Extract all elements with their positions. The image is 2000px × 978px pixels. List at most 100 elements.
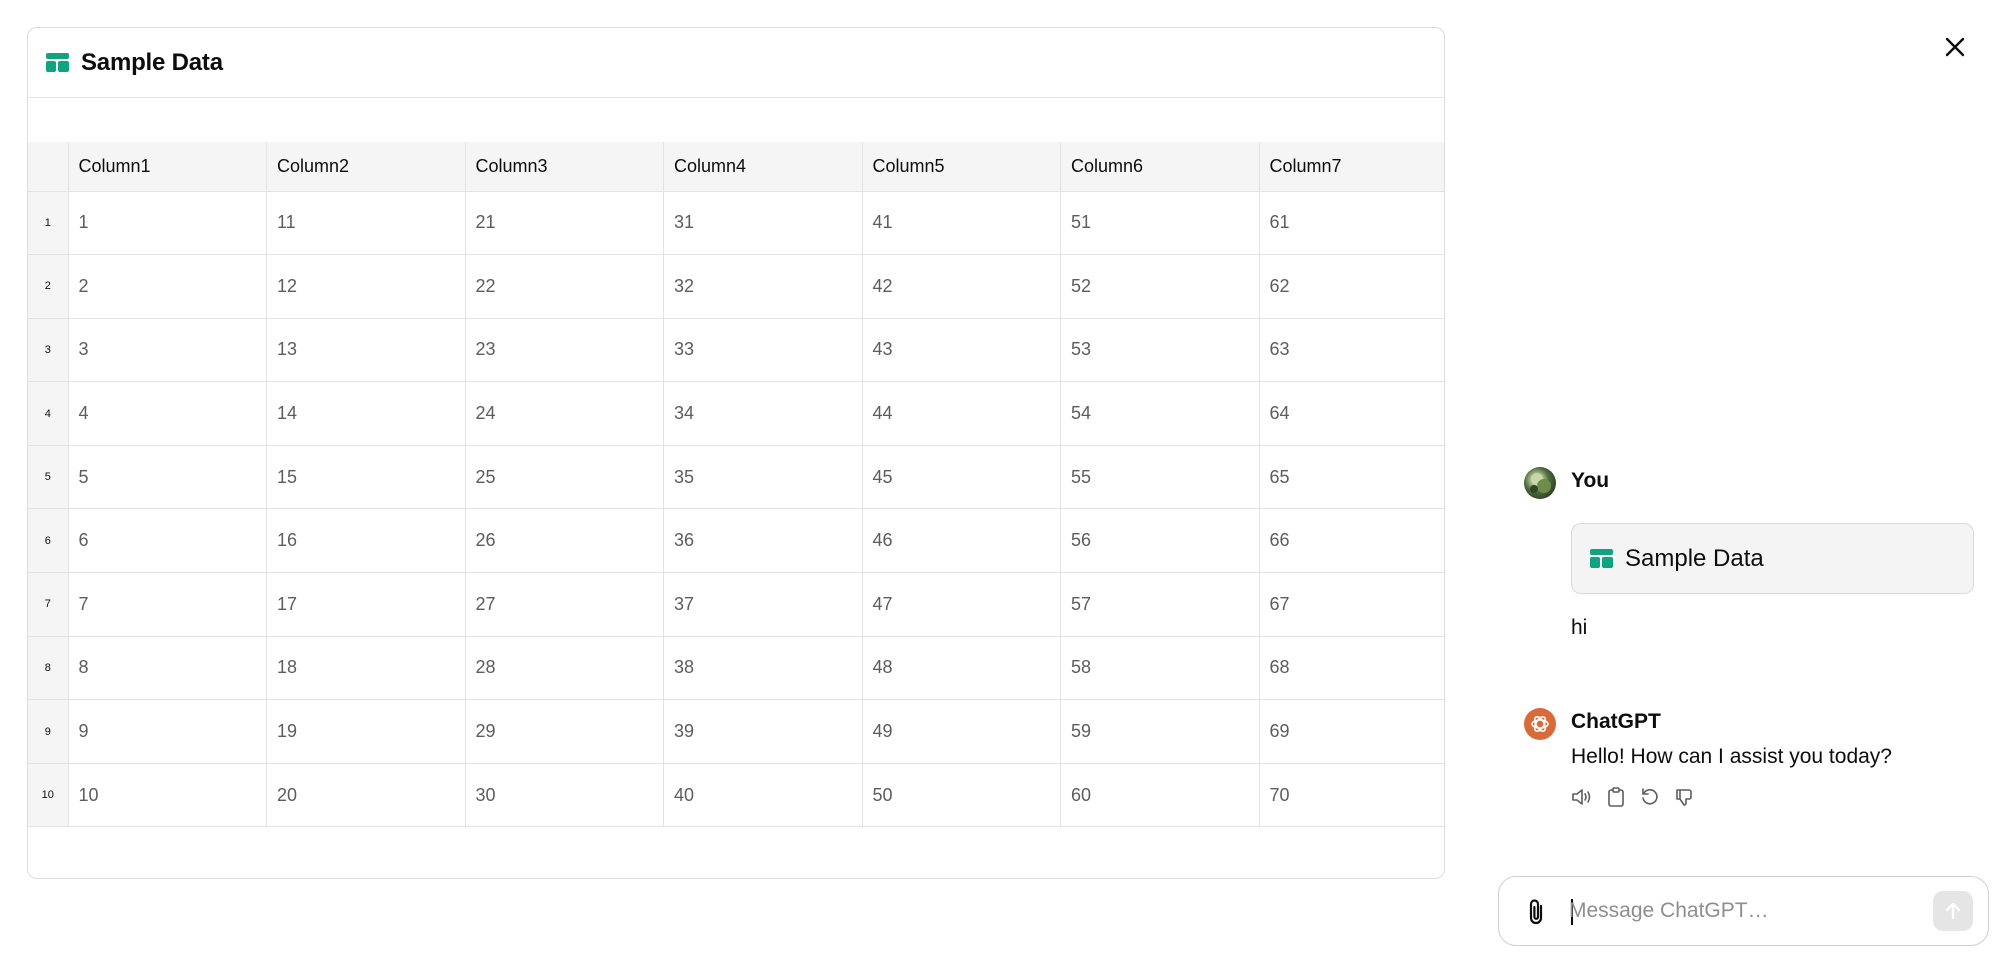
table-row: 7 7 17 27 37 47 57 67 — [28, 572, 1444, 637]
table-cell[interactable]: 48 — [862, 636, 1061, 701]
table-cell[interactable]: 28 — [465, 636, 664, 701]
attach-file-button[interactable] — [1523, 897, 1551, 927]
table-cell[interactable]: 20 — [266, 763, 466, 828]
table-cell[interactable]: 51 — [1060, 191, 1260, 256]
copy-button[interactable] — [1605, 786, 1627, 808]
table-cell[interactable]: 7 — [68, 572, 267, 637]
table-cell[interactable]: 8 — [68, 636, 267, 701]
table-cell[interactable]: 62 — [1259, 254, 1444, 319]
corner-cell[interactable] — [28, 142, 69, 192]
row-number[interactable]: 6 — [28, 508, 69, 574]
row-number[interactable]: 7 — [28, 572, 69, 637]
thumbs-down-button[interactable] — [1673, 786, 1695, 808]
column-header[interactable]: Column7 — [1259, 142, 1444, 192]
data-grid[interactable]: Column1 Column2 Column3 Column4 Column5 … — [28, 142, 1444, 832]
row-number[interactable]: 8 — [28, 636, 69, 701]
table-cell[interactable]: 12 — [266, 254, 466, 319]
table-cell[interactable]: 57 — [1060, 572, 1260, 637]
table-cell[interactable]: 34 — [663, 381, 863, 446]
table-cell[interactable]: 70 — [1259, 763, 1444, 828]
message-input[interactable] — [1569, 891, 1909, 931]
table-cell[interactable]: 30 — [465, 763, 664, 828]
table-cell[interactable]: 53 — [1060, 318, 1260, 383]
row-number[interactable]: 5 — [28, 445, 69, 510]
table-cell[interactable]: 19 — [266, 699, 466, 764]
table-cell[interactable]: 22 — [465, 254, 664, 319]
table-cell[interactable]: 32 — [663, 254, 863, 319]
table-cell[interactable]: 59 — [1060, 699, 1260, 764]
table-cell[interactable]: 45 — [862, 445, 1061, 510]
table-cell[interactable]: 26 — [465, 508, 664, 574]
table-cell[interactable]: 33 — [663, 318, 863, 383]
table-cell[interactable]: 13 — [266, 318, 466, 383]
table-cell[interactable]: 11 — [266, 191, 466, 256]
table-cell[interactable]: 40 — [663, 763, 863, 828]
row-number[interactable]: 9 — [28, 699, 69, 764]
table-cell[interactable]: 21 — [465, 191, 664, 256]
row-number[interactable]: 4 — [28, 381, 69, 446]
table-cell[interactable]: 37 — [663, 572, 863, 637]
table-cell[interactable]: 25 — [465, 445, 664, 510]
table-cell[interactable]: 2 — [68, 254, 267, 319]
table-cell[interactable]: 60 — [1060, 763, 1260, 828]
table-cell[interactable]: 65 — [1259, 445, 1444, 510]
table-cell[interactable]: 38 — [663, 636, 863, 701]
table-cell[interactable]: 4 — [68, 381, 267, 446]
table-cell[interactable]: 15 — [266, 445, 466, 510]
table-cell[interactable]: 64 — [1259, 381, 1444, 446]
table-cell[interactable]: 36 — [663, 508, 863, 574]
table-cell[interactable]: 43 — [862, 318, 1061, 383]
table-cell[interactable]: 69 — [1259, 699, 1444, 764]
table-cell[interactable]: 16 — [266, 508, 466, 574]
table-cell[interactable]: 23 — [465, 318, 664, 383]
table-cell[interactable]: 47 — [862, 572, 1061, 637]
regenerate-button[interactable] — [1639, 786, 1661, 808]
row-number[interactable]: 3 — [28, 318, 69, 383]
table-cell[interactable]: 24 — [465, 381, 664, 446]
table-cell[interactable]: 66 — [1259, 508, 1444, 574]
table-cell[interactable]: 6 — [68, 508, 267, 574]
table-cell[interactable]: 63 — [1259, 318, 1444, 383]
row-number[interactable]: 1 — [28, 191, 69, 256]
column-header[interactable]: Column3 — [465, 142, 664, 192]
table-cell[interactable]: 61 — [1259, 191, 1444, 256]
table-cell[interactable]: 52 — [1060, 254, 1260, 319]
table-cell[interactable]: 50 — [862, 763, 1061, 828]
table-cell[interactable]: 9 — [68, 699, 267, 764]
row-number[interactable]: 2 — [28, 254, 69, 319]
table-cell[interactable]: 46 — [862, 508, 1061, 574]
table-cell[interactable]: 3 — [68, 318, 267, 383]
table-cell[interactable]: 5 — [68, 445, 267, 510]
table-cell[interactable]: 14 — [266, 381, 466, 446]
table-cell[interactable]: 1 — [68, 191, 267, 256]
table-cell[interactable]: 67 — [1259, 572, 1444, 637]
table-cell[interactable]: 42 — [862, 254, 1061, 319]
read-aloud-button[interactable] — [1571, 786, 1593, 808]
column-header[interactable]: Column1 — [68, 142, 267, 192]
column-header[interactable]: Column5 — [862, 142, 1061, 192]
table-cell[interactable]: 54 — [1060, 381, 1260, 446]
table-cell[interactable]: 68 — [1259, 636, 1444, 701]
table-cell[interactable]: 56 — [1060, 508, 1260, 574]
table-cell[interactable]: 29 — [465, 699, 664, 764]
table-cell[interactable]: 44 — [862, 381, 1061, 446]
table-cell[interactable]: 27 — [465, 572, 664, 637]
table-cell[interactable]: 58 — [1060, 636, 1260, 701]
table-cell[interactable]: 41 — [862, 191, 1061, 256]
table-cell[interactable]: 35 — [663, 445, 863, 510]
table-cell[interactable]: 49 — [862, 699, 1061, 764]
send-button[interactable] — [1933, 891, 1973, 931]
attachment-card[interactable]: Sample Data — [1571, 523, 1974, 594]
column-header[interactable]: Column4 — [663, 142, 863, 192]
speaker-icon — [1572, 789, 1591, 805]
table-cell[interactable]: 55 — [1060, 445, 1260, 510]
column-header[interactable]: Column2 — [266, 142, 466, 192]
column-header[interactable]: Column6 — [1060, 142, 1260, 192]
close-button[interactable] — [1940, 32, 1970, 62]
table-cell[interactable]: 17 — [266, 572, 466, 637]
row-number[interactable]: 10 — [28, 763, 69, 828]
table-cell[interactable]: 18 — [266, 636, 466, 701]
table-cell[interactable]: 39 — [663, 699, 863, 764]
table-cell[interactable]: 10 — [68, 763, 267, 828]
table-cell[interactable]: 31 — [663, 191, 863, 256]
